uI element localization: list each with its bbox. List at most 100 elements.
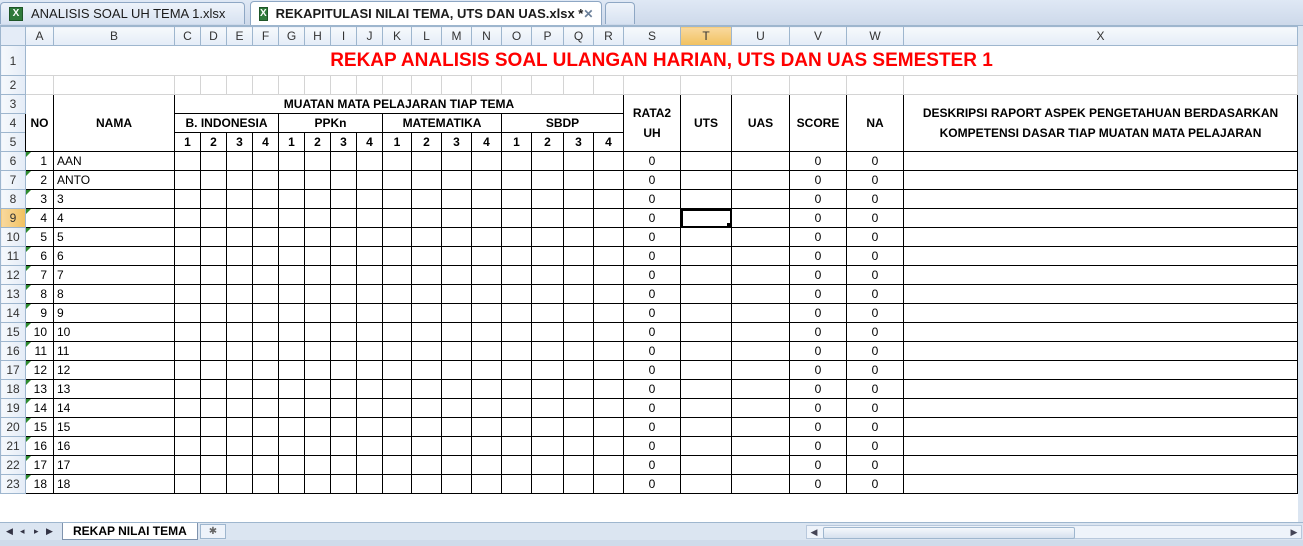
cell-nilai-tema[interactable]: [356, 170, 383, 190]
cell-nilai-tema[interactable]: [531, 379, 564, 399]
cell-nilai-tema[interactable]: [304, 246, 331, 266]
cell-na[interactable]: 0: [846, 246, 904, 266]
cell-nilai-tema[interactable]: [563, 189, 594, 209]
cell-nilai-tema[interactable]: [471, 208, 502, 228]
cell-nilai-tema[interactable]: [174, 189, 201, 209]
cell-no[interactable]: 13: [25, 379, 54, 399]
cell-uts[interactable]: [680, 322, 732, 342]
header-tema-number[interactable]: 4: [252, 132, 279, 152]
cell-uas[interactable]: [731, 170, 790, 190]
cell-nilai-tema[interactable]: [356, 246, 383, 266]
cell-nilai-tema[interactable]: [200, 436, 227, 456]
fill-handle[interactable]: [727, 223, 731, 227]
cell[interactable]: [356, 75, 383, 95]
cell-nilai-tema[interactable]: [200, 341, 227, 361]
cell-score[interactable]: 0: [789, 417, 847, 437]
row-header-16[interactable]: 16: [0, 341, 26, 361]
cell-nilai-tema[interactable]: [411, 265, 442, 285]
column-header-B[interactable]: B: [53, 26, 175, 46]
cell-nilai-tema[interactable]: [252, 474, 279, 494]
cell-no[interactable]: 6: [25, 246, 54, 266]
cell-rata2[interactable]: 0: [623, 265, 681, 285]
new-tab-button[interactable]: [605, 2, 635, 24]
column-header-S[interactable]: S: [623, 26, 681, 46]
cell-uts[interactable]: [680, 265, 732, 285]
cell-rata2[interactable]: 0: [623, 455, 681, 475]
cell-nilai-tema[interactable]: [304, 360, 331, 380]
cell-na[interactable]: 0: [846, 208, 904, 228]
cell-rata2[interactable]: 0: [623, 208, 681, 228]
sheet-tab-rekap-nilai-tema[interactable]: REKAP NILAI TEMA: [62, 523, 198, 540]
cell-score[interactable]: 0: [789, 284, 847, 304]
cell-nilai-tema[interactable]: [330, 246, 357, 266]
cell-nama[interactable]: 13: [53, 379, 175, 399]
cell-nilai-tema[interactable]: [501, 322, 532, 342]
cell-nilai-tema[interactable]: [471, 265, 502, 285]
column-header-M[interactable]: M: [441, 26, 472, 46]
cell-nilai-tema[interactable]: [382, 208, 412, 228]
cell-nilai-tema[interactable]: [200, 455, 227, 475]
cell-nilai-tema[interactable]: [411, 227, 442, 247]
row-header-19[interactable]: 19: [0, 398, 26, 418]
cell-score[interactable]: 0: [789, 436, 847, 456]
cell-nilai-tema[interactable]: [411, 360, 442, 380]
cell[interactable]: [252, 75, 279, 95]
cell[interactable]: [411, 75, 442, 95]
cell-score[interactable]: 0: [789, 379, 847, 399]
cell-nilai-tema[interactable]: [593, 379, 624, 399]
cell-na[interactable]: 0: [846, 322, 904, 342]
header-subject[interactable]: PPKn: [278, 113, 383, 133]
row-header-4[interactable]: 4: [0, 113, 26, 133]
cell-nilai-tema[interactable]: [174, 455, 201, 475]
vertical-scrollbar[interactable]: [1298, 26, 1303, 522]
cell-nama[interactable]: AAN: [53, 151, 175, 171]
cell-nilai-tema[interactable]: [563, 227, 594, 247]
header-subject[interactable]: B. INDONESIA: [174, 113, 279, 133]
cell-nilai-tema[interactable]: [330, 189, 357, 209]
prev-sheet-icon[interactable]: ◂: [20, 526, 25, 537]
cell-nilai-tema[interactable]: [278, 151, 305, 171]
cell-nilai-tema[interactable]: [441, 246, 472, 266]
cell-no[interactable]: 16: [25, 436, 54, 456]
column-header-R[interactable]: R: [593, 26, 624, 46]
cell-nilai-tema[interactable]: [501, 284, 532, 304]
cell-nilai-tema[interactable]: [304, 322, 331, 342]
cell-rata2[interactable]: 0: [623, 417, 681, 437]
cell-nilai-tema[interactable]: [304, 474, 331, 494]
cell-score[interactable]: 0: [789, 189, 847, 209]
cell-nilai-tema[interactable]: [471, 303, 502, 323]
cell-nilai-tema[interactable]: [304, 208, 331, 228]
cell-nilai-tema[interactable]: [356, 151, 383, 171]
cell-uas[interactable]: [731, 436, 790, 456]
cell-deskripsi[interactable]: [903, 208, 1298, 228]
cell-score[interactable]: 0: [789, 227, 847, 247]
header-uts[interactable]: UTS: [680, 94, 732, 152]
header-nama[interactable]: NAMA: [53, 94, 175, 152]
cell-nilai-tema[interactable]: [226, 284, 253, 304]
cell-nilai-tema[interactable]: [411, 474, 442, 494]
cell-nilai-tema[interactable]: [593, 284, 624, 304]
cell-nilai-tema[interactable]: [411, 322, 442, 342]
cell-nama[interactable]: 12: [53, 360, 175, 380]
cell[interactable]: [330, 75, 357, 95]
cell-uts[interactable]: [680, 189, 732, 209]
cell-nilai-tema[interactable]: [593, 360, 624, 380]
cell-rata2[interactable]: 0: [623, 189, 681, 209]
cell-nilai-tema[interactable]: [411, 455, 442, 475]
cell-nilai-tema[interactable]: [330, 341, 357, 361]
cell-nilai-tema[interactable]: [174, 360, 201, 380]
column-header-X[interactable]: X: [903, 26, 1298, 46]
cell-nilai-tema[interactable]: [226, 227, 253, 247]
cell-nilai-tema[interactable]: [304, 455, 331, 475]
cell-nilai-tema[interactable]: [174, 208, 201, 228]
cell-nama[interactable]: 15: [53, 417, 175, 437]
cell-deskripsi[interactable]: [903, 379, 1298, 399]
cell-deskripsi[interactable]: [903, 303, 1298, 323]
column-header-E[interactable]: E: [226, 26, 253, 46]
header-tema-number[interactable]: 3: [330, 132, 357, 152]
cell-uas[interactable]: [731, 341, 790, 361]
cell-nilai-tema[interactable]: [531, 284, 564, 304]
cell-nilai-tema[interactable]: [200, 265, 227, 285]
header-tema-number[interactable]: 1: [174, 132, 201, 152]
cell-nilai-tema[interactable]: [200, 474, 227, 494]
